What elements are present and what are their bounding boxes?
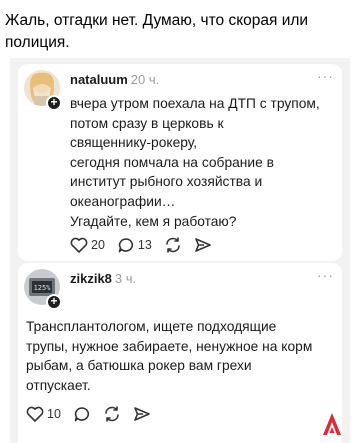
share-button[interactable] (133, 406, 151, 422)
comment-actions: 20 13 (70, 235, 224, 255)
like-button[interactable]: 10 (26, 406, 61, 422)
share-button[interactable] (194, 237, 212, 253)
post-caption: Жаль, отгадки нет. Думаю, что скорая или… (5, 10, 355, 54)
speech-bubble-icon (118, 238, 133, 253)
speech-bubble-icon (74, 407, 89, 422)
repost-icon (105, 406, 119, 422)
comment-time: 20 ч. (130, 72, 160, 87)
comment-card: 125% + zikzik8 3 ч. ··· Трансплантологом,… (18, 263, 342, 443)
reply-button[interactable] (73, 406, 91, 422)
comment-line: рыбам, а батюшка рокер вам грехи (26, 358, 252, 374)
reply-button[interactable]: 13 (117, 237, 152, 253)
comment-line: институт рыбного хозяйства и (70, 174, 263, 190)
heart-icon (26, 406, 44, 422)
heart-icon (70, 237, 88, 253)
repost-button[interactable] (103, 406, 121, 422)
comment-actions: 10 (26, 404, 163, 424)
follow-plus-icon[interactable]: + (46, 294, 62, 310)
comment-line: Трансплантологом, ищете подходящие (26, 319, 277, 334)
screenshot-panel: + nataluum 20 ч. ··· вчера утром поехала … (10, 58, 350, 443)
comment-line: океанографии… (70, 193, 176, 209)
more-options-icon[interactable]: ··· (317, 68, 334, 84)
comment-line: сегодня помчала на собрание в (70, 154, 274, 170)
comment-author[interactable]: zikzik8 3 ч. (70, 271, 136, 286)
follow-plus-icon[interactable]: + (46, 95, 62, 111)
send-icon (195, 238, 211, 252)
send-icon (134, 407, 150, 421)
comment-line: потом сразу в церковь к (70, 115, 224, 131)
caption-line-1: Жаль, отгадки нет. Думаю, что скорая или (5, 12, 309, 29)
author-name[interactable]: nataluum (70, 72, 128, 87)
caption-line-2: полиция. (5, 34, 70, 51)
reply-count: 13 (137, 238, 152, 252)
like-count: 10 (47, 407, 61, 421)
brand-logo-icon (323, 413, 341, 435)
repost-icon (166, 237, 180, 253)
like-button[interactable]: 20 (70, 237, 105, 253)
repost-button[interactable] (164, 237, 182, 253)
more-options-icon[interactable]: ··· (317, 267, 334, 283)
author-name[interactable]: zikzik8 (70, 271, 112, 286)
comment-line: отпускает. (26, 377, 91, 393)
like-count: 20 (91, 238, 105, 252)
comment-author[interactable]: nataluum 20 ч. (70, 72, 159, 87)
comment-line: трупы, нужное забираете, ненужное на кор… (26, 338, 313, 354)
comment-line: священнику-рокеру, (70, 135, 198, 151)
avatar-text: 125% (34, 284, 52, 292)
comment-text: Трансплантологом, ищете подходящие трупы… (26, 317, 338, 395)
comment-text: вчера утром поехала на ДТП с трупом, пот… (70, 94, 336, 231)
comment-card: + nataluum 20 ч. ··· вчера утром поехала … (18, 64, 342, 261)
comment-line: Угадайте, кем я работаю? (70, 213, 237, 229)
comment-line: вчера утром поехала на ДТП с трупом, (70, 96, 320, 111)
comment-time: 3 ч. (114, 271, 137, 286)
